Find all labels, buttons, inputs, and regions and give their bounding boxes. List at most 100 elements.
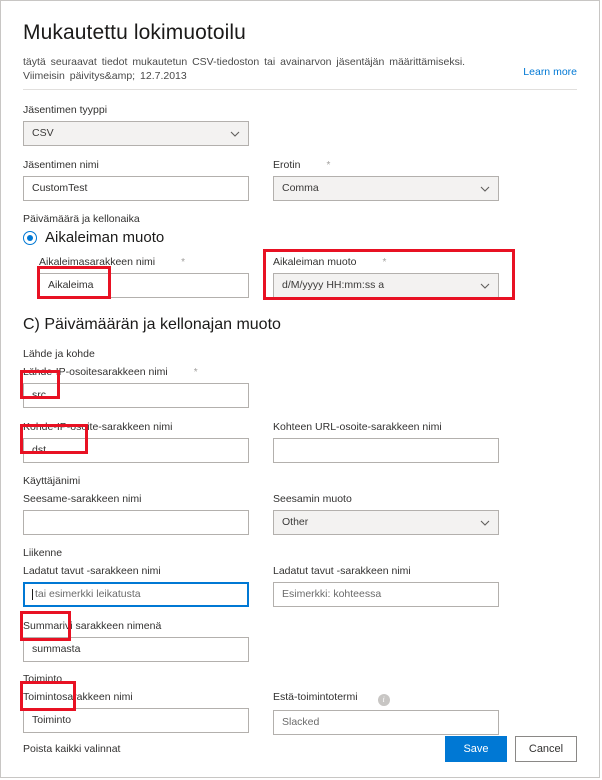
- block-term-label: Estä-toimintotermi i: [273, 691, 499, 706]
- timestamp-format-label-text: Aikaleiman muoto: [273, 256, 357, 268]
- username-row: Seesame-sarakkeen nimi Seesamin muoto Ot…: [23, 493, 577, 535]
- timestamp-column-input[interactable]: Aikaleima: [39, 273, 249, 298]
- parser-name-label: Jäsentimen nimi: [23, 159, 99, 171]
- dst-ip-input[interactable]: dst: [23, 438, 249, 463]
- uploaded-bytes-label: Ladatut tavut -sarakkeen nimi: [23, 565, 161, 577]
- separator-select[interactable]: Comma: [273, 176, 499, 201]
- summary-column-value: summasta: [32, 643, 81, 656]
- parser-name-input[interactable]: CustomTest: [23, 176, 249, 201]
- timestamp-format-radio-label: Aikaleiman muoto: [45, 229, 165, 246]
- header-divider: [23, 89, 577, 90]
- save-button[interactable]: Save: [445, 736, 507, 762]
- src-ip-input[interactable]: src: [23, 383, 249, 408]
- src-ip-spacer: [273, 366, 499, 408]
- summary-column-field: Summarivi sarakkeen nimenä summasta: [23, 620, 249, 662]
- dst-row: Kohde-IP-osoite-sarakkeen nimi dst Kohte…: [23, 421, 577, 463]
- timestamp-column-label-text: Aikaleimasarakkeen nimi: [39, 256, 156, 268]
- dst-url-label: Kohteen URL-osoite-sarakkeen nimi: [273, 421, 442, 433]
- action-column-label: Toimintosarakkeen nimi: [23, 691, 133, 703]
- separator-label: Erotin *: [273, 159, 499, 172]
- uploaded-bytes-placeholder: tai esimerkki leikatusta: [35, 588, 141, 601]
- downloaded-bytes-field: Ladatut tavut -sarakkeen nimi Esimerkki:…: [273, 565, 499, 607]
- action-section: Toiminto: [23, 673, 577, 685]
- seesame-column-field: Seesame-sarakkeen nimi: [23, 493, 249, 535]
- src-ip-value: src: [32, 389, 46, 402]
- timestamp-format-radio-row[interactable]: Aikaleiman muoto: [23, 229, 577, 246]
- separator-value: Comma: [282, 182, 319, 195]
- seesame-format-field: Seesamin muoto Other: [273, 493, 499, 535]
- summary-column-label: Summarivi sarakkeen nimenä: [23, 620, 162, 632]
- timestamp-row: Aikaleimasarakkeen nimi * Aikaleima Aikal…: [23, 256, 577, 298]
- summary-row: Summarivi sarakkeen nimenä summasta: [23, 620, 577, 662]
- learn-more-link[interactable]: Learn more: [523, 66, 577, 78]
- src-ip-required-asterisk: *: [193, 367, 198, 378]
- src-ip-field: Lähde-IP-osoitesarakkeen nimi * src: [23, 366, 249, 408]
- clear-all-selections-link[interactable]: Poista kaikki valinnat: [23, 743, 120, 755]
- parser-name-field: Jäsentimen nimi CustomTest: [23, 159, 249, 201]
- uploaded-bytes-field: Ladatut tavut -sarakkeen nimi tai esimer…: [23, 565, 249, 607]
- downloaded-bytes-label: Ladatut tavut -sarakkeen nimi: [273, 565, 411, 577]
- traffic-section-label: Liikenne: [23, 547, 63, 559]
- separator-field: Erotin * Comma: [273, 159, 499, 201]
- header-subrow: täytä seuraavat tiedot mukautetun CSV-ti…: [23, 55, 577, 83]
- timestamp-format-label: Aikaleiman muoto *: [273, 256, 499, 269]
- chevron-down-icon: [480, 281, 490, 291]
- page-title: Mukautettu lokimuotoilu: [23, 21, 246, 44]
- dst-ip-label: Kohde-IP-osoite-sarakkeen nimi: [23, 421, 173, 433]
- dst-ip-value: dst: [32, 444, 47, 457]
- seesame-format-select[interactable]: Other: [273, 510, 499, 535]
- src-ip-label-text: Lähde-IP-osoitesarakkeen nimi: [23, 366, 168, 378]
- info-icon[interactable]: i: [377, 694, 390, 706]
- separator-required-asterisk: *: [326, 160, 331, 171]
- parser-type-field: Jäsentimen tyyppi CSV: [23, 104, 577, 146]
- datetime-format-heading: C) Päivämäärän ja kellonajan muoto: [23, 316, 281, 333]
- traffic-row: Ladatut tavut -sarakkeen nimi tai esimer…: [23, 565, 577, 607]
- seesame-format-label: Seesamin muoto: [273, 493, 352, 505]
- dst-ip-field: Kohde-IP-osoite-sarakkeen nimi dst: [23, 421, 249, 463]
- timestamp-column-required-asterisk: *: [181, 257, 186, 268]
- chevron-down-icon: [480, 518, 490, 528]
- source-dest-section: Lähde ja kohde: [23, 348, 577, 360]
- timestamp-format-select[interactable]: d/M/yyyy HH:mm:ss a: [273, 273, 499, 298]
- dst-url-field: Kohteen URL-osoite-sarakkeen nimi: [273, 421, 499, 463]
- src-ip-label: Lähde-IP-osoitesarakkeen nimi *: [23, 366, 249, 379]
- src-ip-row: Lähde-IP-osoitesarakkeen nimi * src: [23, 366, 577, 408]
- timestamp-column-value: Aikaleima: [48, 279, 94, 292]
- seesame-column-input[interactable]: [23, 510, 249, 535]
- timestamp-format-value: d/M/yyyy HH:mm:ss a: [282, 279, 385, 292]
- radio-selected-icon[interactable]: [23, 230, 37, 245]
- footer: Poista kaikki valinnat Save Cancel: [1, 721, 599, 777]
- parser-type-value: CSV: [32, 127, 54, 140]
- timestamp-column-field: Aikaleimasarakkeen nimi * Aikaleima: [23, 256, 249, 298]
- custom-log-format-panel: Mukautettu lokimuotoilu täytä seuraavat …: [0, 0, 600, 778]
- timestamp-format-required-asterisk: *: [382, 257, 387, 268]
- timestamp-format-field: Aikaleiman muoto * d/M/yyyy HH:mm:ss a: [273, 256, 499, 298]
- separator-label-text: Erotin: [273, 159, 301, 171]
- downloaded-bytes-input[interactable]: Esimerkki: kohteessa: [273, 582, 499, 607]
- block-term-label-text: Estä-toimintotermi: [273, 691, 358, 703]
- footer-buttons: Save Cancel: [445, 736, 577, 762]
- parser-type-select[interactable]: CSV: [23, 121, 249, 146]
- action-section-label: Toiminto: [23, 673, 63, 685]
- dst-url-input[interactable]: [273, 438, 499, 463]
- text-cursor: [32, 589, 33, 600]
- parser-name-separator-row: Jäsentimen nimi CustomTest Erotin * Comma: [23, 159, 577, 201]
- datetime-section: Päivämäärä ja kellonaika Aikaleiman muot…: [23, 213, 577, 246]
- source-dest-section-label: Lähde ja kohde: [23, 348, 95, 360]
- parser-type-label: Jäsentimen tyyppi: [23, 104, 108, 116]
- timestamp-column-label: Aikaleimasarakkeen nimi *: [39, 256, 249, 269]
- uploaded-bytes-input[interactable]: tai esimerkki leikatusta: [23, 582, 249, 607]
- page-subtitle: täytä seuraavat tiedot mukautetun CSV-ti…: [23, 56, 466, 82]
- downloaded-bytes-value: Esimerkki: kohteessa: [282, 588, 382, 601]
- cancel-button[interactable]: Cancel: [515, 736, 577, 762]
- summary-column-input[interactable]: summasta: [23, 637, 249, 662]
- traffic-section: Liikenne: [23, 547, 577, 559]
- seesame-format-value: Other: [282, 516, 309, 529]
- username-section-label: Käyttäjänimi: [23, 475, 81, 487]
- datetime-section-label: Päivämäärä ja kellonaika: [23, 213, 140, 225]
- chevron-down-icon: [230, 129, 240, 139]
- seesame-column-label: Seesame-sarakkeen nimi: [23, 493, 142, 505]
- chevron-down-icon: [480, 184, 490, 194]
- parser-name-value: CustomTest: [32, 182, 88, 195]
- summary-spacer: [273, 620, 499, 662]
